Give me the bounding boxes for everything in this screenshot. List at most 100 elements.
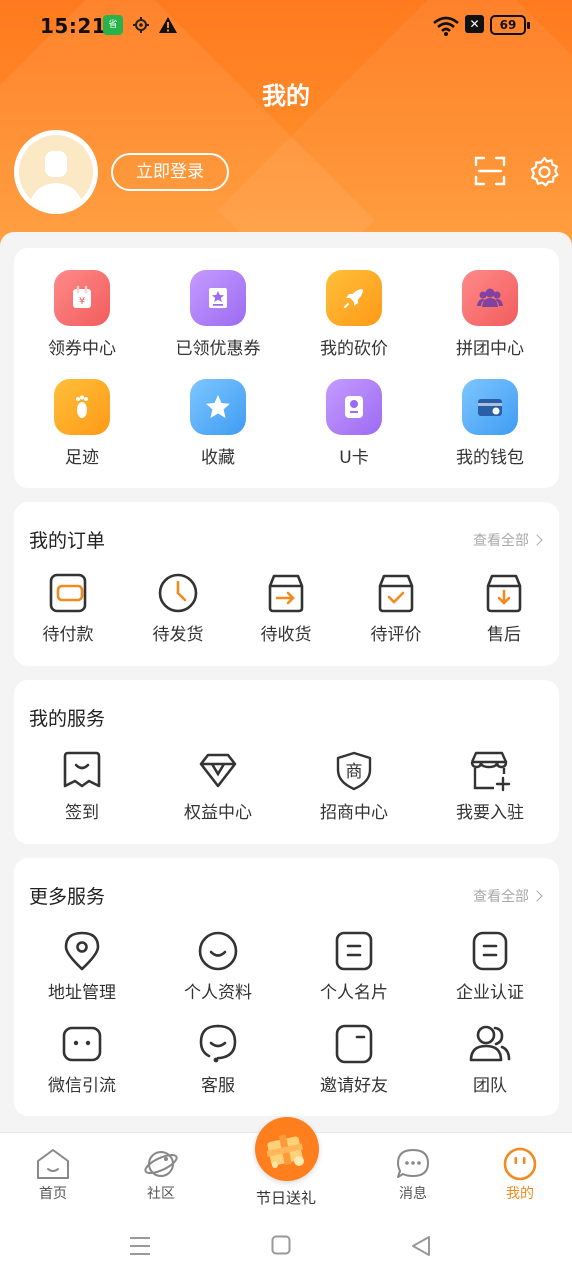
service-item[interactable]: 签到 [14, 750, 150, 823]
nav-label: 首页 [39, 1186, 67, 1202]
order-status-label: 待评价 [370, 625, 422, 645]
battery-icon: 69 [490, 15, 530, 35]
footprint-icon [54, 379, 110, 435]
nav-item-community[interactable]: 社区 [116, 1147, 206, 1203]
home-button-icon[interactable] [271, 1235, 291, 1255]
coupon-center-icon: ¥ [54, 270, 110, 326]
order-status-item[interactable]: 待收货 [246, 572, 326, 645]
more-service-item[interactable]: 地址管理 [14, 930, 150, 1003]
nav-item-gift-label[interactable]: 节日送礼 [236, 1187, 336, 1208]
default-avatar-icon [29, 151, 83, 209]
smile-icon [198, 931, 238, 971]
quick-menu-item[interactable]: 我的钱包 [422, 379, 558, 468]
quick-menu-label: 已领优惠券 [175, 339, 261, 359]
quick-menu-label: 领券中心 [48, 339, 116, 359]
order-status-item[interactable]: 待发货 [138, 572, 218, 645]
nav-item-profile[interactable]: 我的 [475, 1147, 565, 1203]
gift-icon[interactable] [255, 1117, 319, 1181]
quick-menu-item[interactable]: 已领优惠券 [150, 270, 286, 359]
more-service-label: 邀请好友 [320, 1076, 388, 1096]
order-status-item[interactable]: 待评价 [356, 572, 436, 645]
nav-item-home[interactable]: 首页 [8, 1147, 98, 1203]
nav-item-messages[interactable]: 消息 [368, 1147, 458, 1203]
more-service-label: 个人资料 [184, 983, 252, 1003]
order-status-label: 待收货 [260, 625, 312, 645]
pending-review-icon [378, 574, 414, 613]
star-icon [190, 379, 246, 435]
close-box-icon: ✕ [465, 15, 484, 33]
service-label: 我要入驻 [456, 803, 524, 823]
more-service-label: 微信引流 [48, 1076, 116, 1096]
quick-menu-item[interactable]: ¥ 领券中心 [14, 270, 150, 359]
service-item[interactable]: 权益中心 [150, 750, 286, 823]
checkin-icon [63, 751, 101, 788]
quick-menu-label: 收藏 [201, 448, 235, 468]
wifi-icon [433, 16, 459, 36]
more-service-item[interactable]: 邀请好友 [286, 1023, 422, 1096]
svg-text:商: 商 [346, 762, 363, 782]
scan-icon[interactable] [474, 155, 506, 187]
view-all-label: 查看全部 [473, 889, 529, 905]
quick-menu-label: U卡 [339, 448, 369, 468]
chevron-right-icon [531, 534, 543, 546]
home-icon [37, 1149, 69, 1179]
profile-header: 15:21 省 ✕ 69 我的 立即登录 [0, 0, 572, 250]
more-service-item[interactable]: 个人名片 [286, 930, 422, 1003]
more-service-item[interactable]: 客服 [150, 1023, 286, 1096]
more-service-label: 个人名片 [320, 983, 388, 1003]
app-icon: 省 [103, 15, 123, 35]
more-service-item[interactable]: 团队 [422, 1023, 558, 1096]
order-status-item[interactable]: 售后 [464, 572, 544, 645]
quick-menu-label: 我的砍价 [320, 339, 388, 359]
more-services-view-all-link[interactable]: 查看全部 [473, 886, 543, 906]
invite-icon [335, 1024, 373, 1064]
location-pin-icon [64, 931, 100, 971]
warning-icon [159, 17, 177, 33]
gear-icon[interactable] [528, 155, 561, 188]
more-service-item[interactable]: 企业认证 [422, 930, 558, 1003]
service-item[interactable]: 商 招商中心 [286, 750, 422, 823]
quick-menu-item[interactable]: 收藏 [150, 379, 286, 468]
user-card-icon [326, 379, 382, 435]
quick-menu-label: 足迹 [65, 448, 99, 468]
message-icon [397, 1149, 429, 1178]
quick-menu-label: 拼团中心 [456, 339, 524, 359]
order-status-label: 售后 [487, 625, 521, 645]
login-button[interactable]: 立即登录 [111, 153, 229, 191]
pending-payment-icon [49, 573, 87, 613]
page-title: 我的 [262, 82, 310, 110]
location-icon [133, 17, 149, 33]
nav-label: 消息 [399, 1186, 427, 1202]
more-service-item[interactable]: 微信引流 [14, 1023, 150, 1096]
services-title: 我的服务 [29, 708, 106, 730]
more-service-item[interactable]: 个人资料 [150, 930, 286, 1003]
menu-icon[interactable] [129, 1235, 151, 1257]
service-label: 权益中心 [184, 803, 252, 823]
more-services-card: 更多服务 查看全部 地址管理 个人资料 个人名片 企业认证 微信引流 客服 邀请… [14, 858, 559, 1116]
group-buy-icon [462, 270, 518, 326]
order-status-label: 待发货 [152, 625, 204, 645]
back-icon[interactable] [411, 1235, 431, 1257]
quick-menu-item[interactable]: U卡 [286, 379, 422, 468]
chevron-right-icon [531, 890, 543, 902]
avatar[interactable] [14, 130, 98, 214]
orders-card: 我的订单 查看全部 待付款 待发货 待收货 待评价 售后 [14, 502, 559, 666]
certificate-icon [472, 931, 508, 971]
quick-menu-item[interactable]: 拼团中心 [422, 270, 558, 359]
nav-label: 社区 [147, 1186, 175, 1202]
order-status-item[interactable]: 待付款 [28, 572, 108, 645]
view-all-label: 查看全部 [473, 533, 529, 549]
service-label: 签到 [65, 803, 99, 823]
quick-menu-item[interactable]: 我的砍价 [286, 270, 422, 359]
quick-menu-item[interactable]: 足迹 [14, 379, 150, 468]
card-icon [335, 931, 373, 971]
nav-label: 我的 [506, 1186, 534, 1202]
service-item[interactable]: 我要入驻 [422, 750, 558, 823]
store-add-icon [470, 751, 511, 792]
after-sales-icon [486, 574, 522, 613]
orders-view-all-link[interactable]: 查看全部 [473, 530, 543, 550]
pending-receipt-icon [268, 574, 304, 613]
system-navigation-bar [0, 1214, 572, 1280]
customer-service-icon [199, 1024, 237, 1063]
services-card: 我的服务 签到 权益中心 商 招商中心 我要入驻 [14, 680, 559, 844]
